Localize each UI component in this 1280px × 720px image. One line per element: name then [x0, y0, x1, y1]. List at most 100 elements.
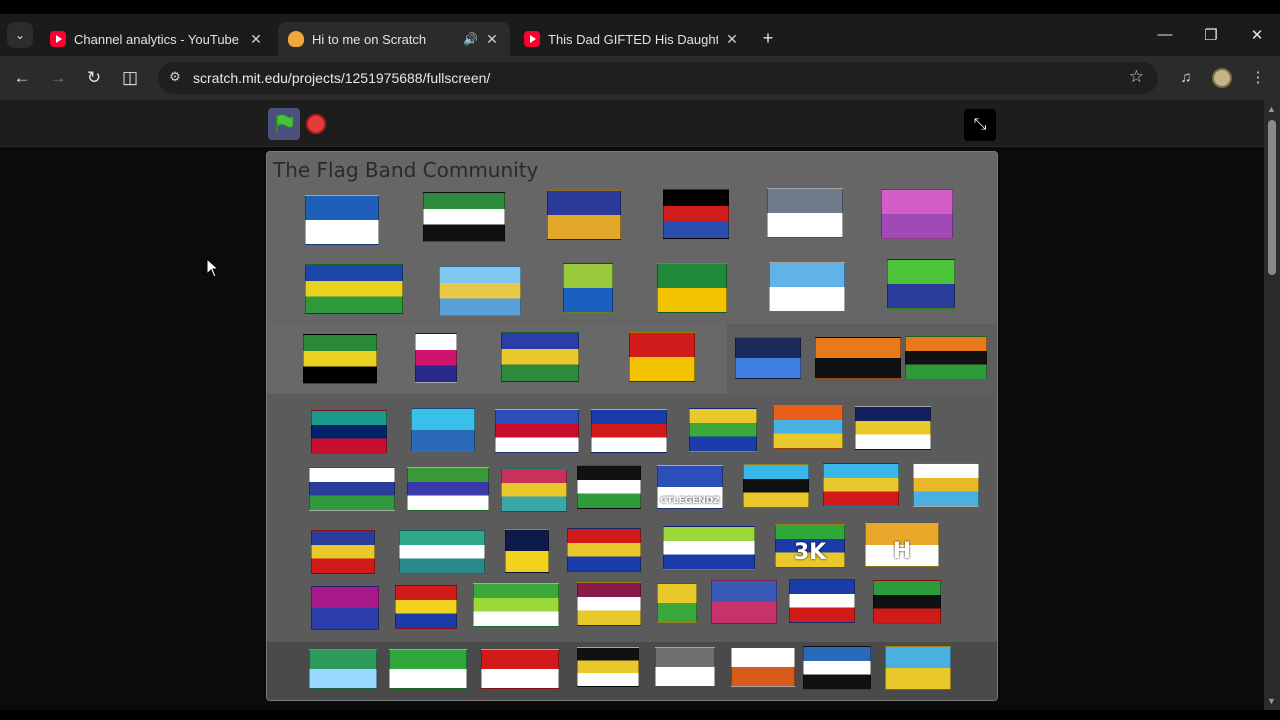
- tab-title: Channel analytics - YouTube Studio: [74, 31, 242, 47]
- stop-icon[interactable]: [306, 114, 326, 134]
- navy-yellow-disc-flag: [505, 529, 549, 573]
- chevron-cross-flag: [495, 409, 579, 453]
- green-saltire-flag: [423, 192, 505, 242]
- pear-flag: [577, 647, 639, 687]
- stage-title: The Flag Band Community: [273, 158, 539, 182]
- mouse-cursor-icon: [206, 258, 220, 278]
- green-suns-flag: [389, 649, 467, 689]
- tab-search-button[interactable]: ⌄: [7, 22, 33, 48]
- teal-stars-flag: [399, 530, 485, 574]
- orange-crescent-flag: [815, 337, 901, 379]
- green-cross-flag: [563, 263, 613, 313]
- tab-scratch[interactable]: Hi to me on Scratch 🔊 ✕: [278, 22, 510, 56]
- speaker-icon[interactable]: 🔊: [463, 32, 478, 46]
- bottom-strip: [0, 710, 1280, 720]
- blue-diamond-flag: [803, 646, 871, 690]
- ctlegendz-flag: CTLEGENDZ: [657, 465, 723, 509]
- pennant-flag: [415, 333, 457, 383]
- title-strip: [0, 0, 1280, 14]
- union-shield-flag: [311, 410, 387, 454]
- sun-star-flag: [395, 585, 457, 629]
- grey-star-flag: [767, 188, 843, 238]
- tab-title: Hi to me on Scratch: [312, 31, 427, 47]
- black-star-lines-flag: [577, 465, 641, 509]
- back-icon[interactable]: ←: [10, 66, 34, 90]
- green-plus-flag: [657, 583, 697, 623]
- crescent-tricolor-flag: [873, 580, 941, 624]
- youtube-icon: [50, 31, 66, 47]
- scroll-up-icon[interactable]: ▲: [1267, 104, 1276, 114]
- green-flag-button[interactable]: [268, 108, 300, 140]
- white-disc-flag: [913, 463, 979, 507]
- menu-icon[interactable]: ⋮: [1246, 66, 1270, 90]
- tab-bar: ⌄ Channel analytics - YouTube Studio ✕ H…: [0, 14, 1280, 56]
- 3k-flag: 3K: [775, 524, 845, 568]
- tiger-flag: [407, 467, 489, 511]
- red-star-flag: [629, 332, 695, 382]
- flag-text: 3K: [793, 540, 827, 565]
- tab-youtube-studio[interactable]: Channel analytics - YouTube Studio ✕: [40, 22, 274, 56]
- red-star-white-flag: [789, 579, 855, 623]
- cyan-letter-flag: [411, 408, 475, 452]
- scroll-down-icon[interactable]: ▼: [1267, 696, 1276, 706]
- bookmark-star-icon[interactable]: ☆: [1129, 67, 1144, 87]
- avatar[interactable]: [1212, 68, 1232, 88]
- trillium-flag: [501, 332, 579, 382]
- red-cross-blue-flag: [591, 409, 667, 453]
- media-control-icon[interactable]: ♫: [1174, 66, 1198, 90]
- split-view-icon[interactable]: ◫: [118, 66, 142, 90]
- plus-icon: +: [762, 28, 774, 48]
- red-yellow-blue-flag: [567, 528, 641, 572]
- close-icon[interactable]: ✕: [484, 31, 500, 48]
- browser-toolbar: ← → ↻ ◫ ⚙ scratch.mit.edu/projects/12519…: [0, 56, 1280, 100]
- restore-icon[interactable]: ❐: [1196, 26, 1226, 44]
- blue-map-flag: [305, 264, 403, 314]
- scratch-stage[interactable]: The Flag Band Community CTLEGENDZ 3K H: [266, 151, 998, 701]
- url-text[interactable]: scratch.mit.edu/projects/1251975688/full…: [193, 70, 490, 86]
- reload-icon[interactable]: ↻: [82, 66, 106, 90]
- green-emblem-flag: [887, 259, 955, 309]
- tab-youtube-video[interactable]: This Dad GIFTED His Daughter a Car ✕: [514, 22, 750, 56]
- close-window-icon[interactable]: ✕: [1242, 26, 1272, 44]
- grey-circle-flag: [655, 647, 715, 687]
- sky-sun-flag: [439, 266, 521, 316]
- red-triangle-flag: [481, 649, 559, 689]
- maroon-wheel-flag: [577, 582, 641, 626]
- stars-grid-flag: [309, 649, 377, 689]
- gears-flag: [547, 190, 621, 240]
- green-diagonal-flag: [473, 583, 559, 627]
- flag-text: CTLEGENDZ: [660, 496, 720, 506]
- scratch-icon: [288, 31, 304, 47]
- site-info-icon[interactable]: ⚙: [166, 69, 184, 87]
- orange-diagonal-flag: [773, 405, 843, 449]
- youtube-icon: [524, 31, 540, 47]
- purple-blue-flag: [311, 586, 379, 630]
- address-bar[interactable]: ⚙ scratch.mit.edu/projects/1251975688/fu…: [158, 62, 1158, 94]
- half-circle-flag: [731, 647, 795, 687]
- forward-icon[interactable]: →: [46, 66, 70, 90]
- exit-fullscreen-icon[interactable]: ⤡: [964, 109, 996, 141]
- page-viewport: ⤡ The Flag Band Community CTLEGENDZ 3K H: [0, 100, 1264, 710]
- abstract-flag: [501, 468, 567, 512]
- stripes-red-blue-flag: [711, 580, 777, 624]
- lime-star-flag: [663, 526, 755, 570]
- gear-chevron-flag: [311, 530, 375, 574]
- minimize-icon[interactable]: —: [1150, 26, 1180, 43]
- orange-fleur-flag: [905, 336, 987, 380]
- navy-stars-flag: [855, 406, 931, 450]
- close-icon[interactable]: ✕: [248, 31, 264, 48]
- light-blue-flag: [769, 262, 845, 312]
- new-tab-button[interactable]: +: [758, 28, 778, 49]
- yellow-green-blue-flag: [689, 408, 757, 452]
- tab-title: This Dad GIFTED His Daughter a Car: [548, 31, 718, 47]
- scrollbar-thumb[interactable]: [1268, 120, 1276, 275]
- chevron-down-icon: ⌄: [14, 28, 26, 42]
- yellow-blue-stripes-flag: [885, 646, 951, 690]
- close-icon[interactable]: ✕: [724, 31, 740, 48]
- flag-text: H: [892, 539, 912, 564]
- diamond-star-flag: [823, 463, 899, 507]
- green-flag-icon: [276, 114, 294, 134]
- scratch-controls-bar: ⤡: [0, 100, 1264, 147]
- page-scrollbar[interactable]: ▲ ▼: [1264, 100, 1280, 710]
- wave-stripes-flag: [309, 467, 395, 511]
